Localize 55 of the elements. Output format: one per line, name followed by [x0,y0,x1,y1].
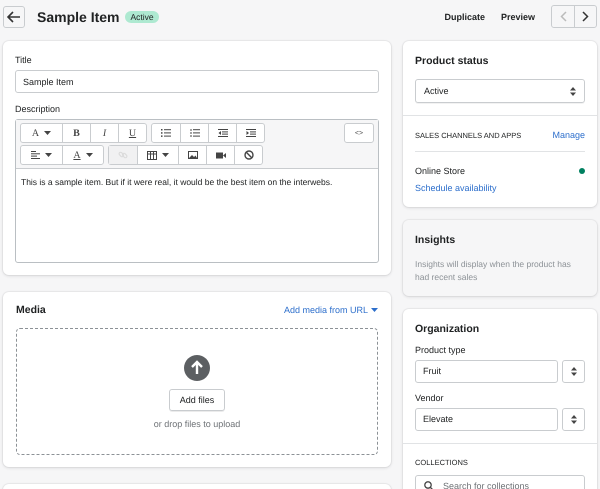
caret-icon [371,308,378,312]
status-select[interactable]: Active [415,79,585,103]
font-button[interactable]: A [21,124,62,142]
action-link[interactable]: Preview [500,12,535,22]
bold-button[interactable]: B [62,124,90,142]
dropdown-button[interactable] [562,360,585,382]
add-media-link[interactable]: Add media from URL [284,305,378,315]
sort-arrows-icon [570,366,576,376]
caret-icon [44,131,52,135]
table-icon [147,150,157,160]
status-badge: Active [125,10,159,22]
drop-hint: or drop files to upload [154,418,240,428]
outdent-icon [218,129,228,137]
file-drop-zone[interactable]: Add files or drop files to upload [16,328,378,455]
schedule-link[interactable]: Schedule availability [415,183,497,193]
manage-link[interactable]: Manage [552,130,585,140]
prohibited-icon [244,150,254,160]
card-title: Insights [415,234,456,246]
search-icon [424,480,434,489]
card-title: Organization [415,322,480,334]
field-label: Title [15,55,33,65]
description-text: This is a sample item. But if it were real, it would be the best item on the interwebs. [20,176,334,189]
add-files-button[interactable]: Add files [168,388,226,410]
action-link[interactable]: Duplicate [444,12,485,22]
channel-name: Online Store [415,166,466,176]
align-left-icon [31,151,40,159]
indent-icon [246,129,256,137]
back-button[interactable] [3,6,25,28]
numbered-list-icon [190,129,200,137]
combo-input[interactable]: Fruit [415,360,558,382]
title-input[interactable]: Sample Item [15,70,379,93]
bulleted-list-icon [161,129,171,137]
insights-text: Insights will display when the product has had recent sales [415,258,572,284]
caret-icon [86,153,93,157]
back-arrow-icon [7,10,21,22]
caret-icon [162,153,169,157]
color-button[interactable]: A [62,146,103,164]
caret-icon [45,153,52,157]
image-icon [188,151,198,159]
card-title: Product status [415,55,490,67]
underline-button[interactable]: U [118,124,146,142]
combo-input[interactable]: Elevate [415,408,558,430]
field-label: Description [15,104,62,114]
card-title: Media [16,304,46,316]
sort-arrows-icon [570,86,576,96]
search-field[interactable]: Search for collections [415,474,585,489]
field-label: Vendor [415,392,445,402]
video-camera-icon [216,152,226,158]
page-title: Sample Item [37,8,120,24]
field-label: Product type [415,344,467,354]
italic-button[interactable]: I [90,124,118,142]
chevron-left-icon [560,11,566,22]
chevron-right-icon [582,11,589,22]
dropdown-button[interactable] [562,408,585,430]
sort-arrows-icon [570,414,576,424]
